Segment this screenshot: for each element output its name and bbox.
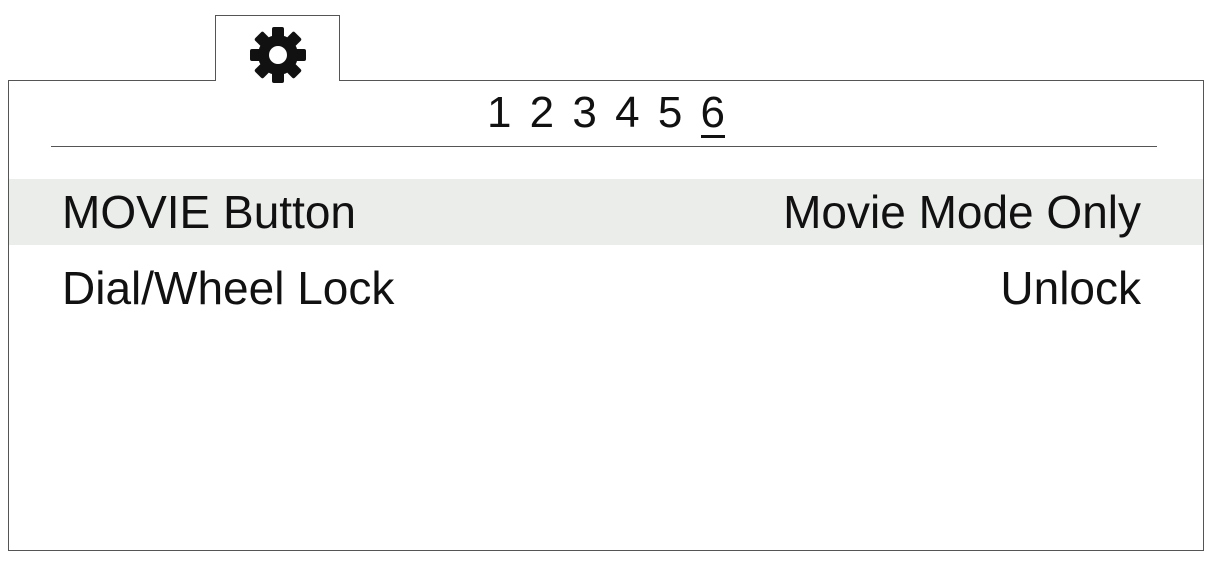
page-6-link-current[interactable]: 6 (700, 91, 726, 138)
menu-item-label: Dial/Wheel Lock (62, 262, 395, 314)
page-1-link[interactable]: 1 (487, 88, 511, 138)
menu-item-value: Unlock (1000, 262, 1141, 314)
settings-tab[interactable] (215, 15, 340, 83)
settings-panel: 1 2 3 4 5 6 MOVIE Button Movie Mode Only… (8, 80, 1204, 551)
menu-item-label: MOVIE Button (62, 186, 357, 238)
page-selector: 1 2 3 4 5 6 (9, 88, 1203, 138)
page-4-link[interactable]: 4 (615, 88, 639, 138)
menu-item-movie-button[interactable]: MOVIE Button Movie Mode Only (9, 179, 1203, 245)
gear-icon (250, 27, 306, 83)
menu-item-value: Movie Mode Only (783, 186, 1141, 238)
page-3-link[interactable]: 3 (572, 88, 596, 138)
page-2-link[interactable]: 2 (530, 88, 554, 138)
page-5-link[interactable]: 5 (658, 88, 682, 138)
menu-item-dial-wheel-lock[interactable]: Dial/Wheel Lock Unlock (9, 255, 1203, 321)
header-divider (51, 146, 1157, 147)
